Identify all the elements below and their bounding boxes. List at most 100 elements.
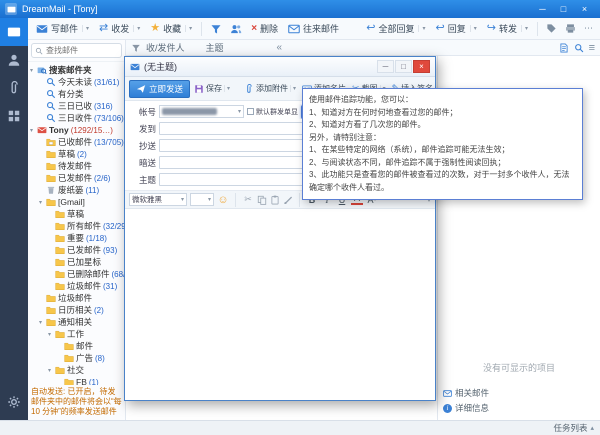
account-label: 帐号 [130, 106, 156, 118]
chevron-down-icon[interactable]: ▾ [418, 25, 425, 32]
tree-item[interactable]: 待发邮件 [28, 160, 125, 172]
minimize-button[interactable]: ─ [532, 2, 553, 17]
forward-button[interactable]: ↪ 转发 ▾ [483, 20, 532, 37]
cut-button[interactable]: ✂ [242, 194, 254, 206]
task-list-button[interactable]: 任务列表 ▴ [553, 422, 594, 434]
chevron-down-icon[interactable]: ▾ [470, 25, 477, 32]
tag-button[interactable] [543, 21, 560, 36]
module-contacts-button[interactable] [0, 46, 28, 74]
delete-label: 删除 [260, 22, 278, 35]
module-attachments-button[interactable] [0, 74, 28, 102]
tree-item[interactable]: 已删除邮件(68/159) [28, 268, 125, 280]
folder-icon [46, 197, 56, 207]
separate-send-option[interactable]: 默认群发单显 [247, 107, 298, 117]
tree-item[interactable]: 广告(8) [28, 352, 125, 364]
column-sender[interactable]: 收/发件人 [146, 41, 185, 54]
print-button[interactable] [562, 21, 579, 36]
tree-item[interactable]: 已收邮件(13/705) [28, 136, 125, 148]
tree-item[interactable]: 邮件 [28, 340, 125, 352]
expander-icon[interactable]: ▾ [30, 67, 37, 74]
more-button[interactable]: ⋯ [581, 21, 596, 36]
compose-titlebar[interactable]: (无主题) ─ □ × [125, 57, 435, 77]
add-attachment-button[interactable]: 添加附件 ▾ [242, 80, 298, 98]
tree-item[interactable]: 垃圾邮件 [28, 292, 125, 304]
chevron-down-icon[interactable]: ▾ [290, 85, 296, 92]
folder-label: FB [76, 377, 87, 385]
tree-item[interactable]: 已发邮件(93) [28, 244, 125, 256]
compose-close-button[interactable]: × [413, 60, 430, 73]
chevron-down-icon[interactable]: ▾ [181, 196, 184, 203]
paste-button[interactable] [270, 195, 280, 205]
note-icon[interactable] [559, 43, 569, 53]
tree-item[interactable]: ▾通知相关 [28, 316, 125, 328]
tree-item[interactable]: 今天未读(31/61) [28, 76, 125, 88]
expander-icon[interactable]: ▾ [48, 367, 55, 374]
maximize-button[interactable]: □ [553, 2, 574, 17]
tab-details[interactable]: i 详细信息 [443, 402, 489, 414]
save-button[interactable]: 保存 ▾ [192, 80, 232, 98]
compose-maximize-button[interactable]: □ [395, 60, 412, 73]
font-family-select[interactable]: 微软雅黑 ▾ [129, 193, 187, 206]
contacts-button[interactable] [227, 21, 245, 37]
send-receive-button[interactable]: ⇄ 收发 ▾ [95, 20, 144, 37]
expander-icon[interactable]: ▾ [39, 319, 46, 326]
close-button[interactable]: × [574, 2, 595, 17]
account-select[interactable]: ▾ [159, 105, 244, 118]
tree-item[interactable]: 草稿 [28, 208, 125, 220]
reply-button[interactable]: ↩ 回复 ▾ [432, 20, 481, 37]
tab-related-mail[interactable]: 相关邮件 [443, 387, 489, 399]
menu-icon[interactable]: ≡ [589, 42, 595, 54]
folder-icon [46, 305, 56, 315]
tree-item[interactable]: 草稿(2) [28, 148, 125, 160]
chevron-down-icon[interactable]: ▾ [185, 25, 192, 32]
search-input[interactable] [46, 46, 118, 55]
tree-item[interactable]: 垃圾邮件(31) [28, 280, 125, 292]
tree-item[interactable]: 三日已收(316) [28, 100, 125, 112]
message-body-editor[interactable] [125, 209, 435, 400]
emoji-button[interactable]: ☺ [217, 194, 229, 206]
tree-item[interactable]: 三日收件(73/106) [28, 112, 125, 124]
tree-item[interactable]: 废纸篓(11) [28, 184, 125, 196]
send-now-button[interactable]: 立即发送 [129, 80, 190, 98]
delete-button[interactable]: × 删除 [247, 20, 282, 37]
tree-item[interactable]: 已发邮件(2/6) [28, 172, 125, 184]
filter-icon[interactable] [131, 43, 141, 53]
correspondence-button[interactable]: 往来邮件 [284, 20, 343, 37]
expander-icon[interactable]: ▾ [48, 331, 55, 338]
chevron-down-icon[interactable]: ▾ [521, 25, 528, 32]
favorites-button[interactable]: ★ 收藏 ▾ [146, 20, 196, 37]
tree-item[interactable]: 日历相关(2) [28, 304, 125, 316]
expander-icon[interactable]: ▾ [39, 199, 46, 206]
chevron-down-icon[interactable]: ▾ [133, 25, 140, 32]
tree-item[interactable]: 重要(1/18) [28, 232, 125, 244]
search-box[interactable] [31, 43, 122, 58]
search-icon[interactable] [574, 43, 584, 53]
chevron-down-icon[interactable]: ▾ [208, 196, 211, 203]
tree-item[interactable]: FB(1) [28, 376, 125, 385]
tree-item[interactable]: ▾工作 [28, 328, 125, 340]
format-painter-button[interactable] [283, 195, 293, 205]
tree-item[interactable]: 已加星标 [28, 256, 125, 268]
copy-button[interactable] [257, 195, 267, 205]
chevron-down-icon[interactable]: ▾ [82, 25, 89, 32]
tree-item[interactable]: ▾[Gmail] [28, 196, 125, 208]
module-apps-button[interactable] [0, 102, 28, 130]
column-subject[interactable]: 主题 [206, 41, 224, 54]
compose-minimize-button[interactable]: ─ [377, 60, 394, 73]
write-mail-button[interactable]: 写邮件 ▾ [32, 20, 93, 37]
tree-item[interactable]: ▾Tony(1292/15…) [28, 124, 125, 136]
tree-item[interactable]: 所有邮件(32/296) [28, 220, 125, 232]
filter-button[interactable] [207, 21, 225, 37]
expander-icon[interactable]: ▾ [30, 127, 37, 134]
reply-all-button[interactable]: ↩ 全部回复 ▾ [362, 20, 429, 37]
collapse-pane-icon[interactable]: « [277, 42, 283, 53]
tree-item[interactable]: 有分类 [28, 88, 125, 100]
font-size-select[interactable]: ▾ [190, 193, 214, 206]
tree-item[interactable]: ▾社交 [28, 364, 125, 376]
tree-item[interactable]: ▾搜索邮件夹 [28, 64, 125, 76]
chevron-down-icon[interactable]: ▾ [238, 108, 241, 115]
settings-button[interactable] [0, 388, 28, 416]
chevron-down-icon[interactable]: ▾ [224, 85, 230, 92]
module-mail-button[interactable] [0, 18, 28, 46]
checkbox-icon[interactable] [247, 108, 254, 115]
